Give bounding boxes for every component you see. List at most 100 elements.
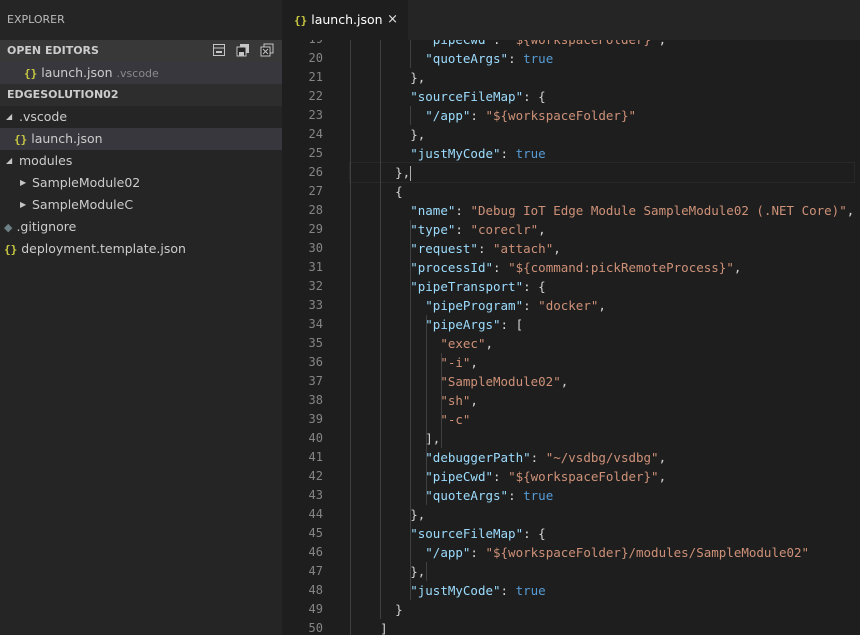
line-number: 31 (308, 260, 323, 274)
tree-item-label: .vscode (19, 109, 68, 124)
line-number: 20 (308, 51, 323, 65)
code-line[interactable]: }, (348, 162, 856, 183)
explorer-title: EXPLORER (7, 13, 65, 26)
code-line[interactable]: { (350, 182, 854, 201)
tree-item-deployment-template-json[interactable]: {} deployment.template.json (0, 238, 282, 260)
json-file-icon: {} (294, 14, 308, 27)
tree-item-label: SampleModule02 (32, 175, 141, 190)
line-number: 48 (308, 583, 323, 597)
tree-item-modules-folder[interactable]: ◢ modules (0, 150, 282, 172)
indent-guide (350, 40, 351, 635)
code-line[interactable]: }, (350, 125, 854, 144)
line-number: 36 (308, 355, 323, 369)
line-number: 32 (308, 279, 323, 293)
editor-tab-bar: {} launch.json × (282, 0, 860, 40)
tree-item-label: modules (19, 153, 73, 168)
tree-item-label: SampleModuleC (32, 197, 134, 212)
code-line[interactable]: "sourceFileMap": { (350, 524, 854, 543)
line-number: 28 (308, 203, 323, 217)
indent-guide (425, 562, 427, 581)
line-number-gutter: 19 20 21 22 23 24 25 26 27 28 29 30 31 32 33 34 35 36 37 38… (282, 40, 323, 635)
tree-item-gitignore[interactable]: ◆ .gitignore (0, 216, 282, 238)
chevron-down-icon: ◢ (6, 112, 13, 121)
tree-item-samplemodule02-folder[interactable]: ▶ SampleModule02 (0, 172, 282, 194)
code-line[interactable]: "name": "Debug IoT Edge Module SampleMod… (350, 201, 854, 220)
open-editors-label: OPEN EDITORS (7, 44, 99, 57)
save-all-icon[interactable] (236, 43, 250, 57)
workspace-header[interactable]: EDGESOLUTION02 (0, 84, 282, 106)
line-number: 19 (282, 40, 323, 49)
line-number: 50 (308, 621, 323, 635)
line-number: 46 (308, 545, 323, 559)
code-line[interactable]: "pipeProgram": "docker", (350, 296, 854, 315)
open-editor-folder-name: .vscode (116, 67, 159, 80)
code-line[interactable]: "type": "coreclr", (350, 220, 854, 239)
line-number: 38 (308, 393, 323, 407)
line-number: 37 (308, 374, 323, 388)
git-file-icon: ◆ (4, 221, 13, 234)
code-line[interactable]: "request": "attach", (350, 239, 854, 258)
indent-guide (425, 315, 427, 505)
line-number: 45 (308, 526, 323, 540)
code-line[interactable]: "/app": "${workspaceFolder}" (350, 106, 854, 125)
line-number: 42 (308, 469, 323, 483)
line-number: 39 (308, 412, 323, 426)
code-line[interactable]: "pipeCwd": "${workspaceFolder}", (350, 40, 854, 49)
line-number: 30 (308, 241, 323, 255)
code-line[interactable]: "/app": "${workspaceFolder}/modules/Samp… (350, 543, 854, 562)
line-number: 27 (308, 184, 323, 198)
chevron-right-icon: ▶ (20, 200, 27, 209)
indent-guide (410, 106, 412, 125)
open-editors-header[interactable]: OPEN EDITORS (0, 40, 282, 62)
chevron-right-icon: ▶ (20, 178, 27, 187)
line-number: 33 (308, 298, 323, 312)
json-file-icon: {} (4, 243, 18, 256)
code-line[interactable]: "justMyCode": true (350, 581, 854, 600)
indent-guide (410, 220, 412, 600)
chevron-down-icon: ◢ (6, 156, 13, 165)
line-number: 49 (308, 602, 323, 616)
line-number: 40 (308, 431, 323, 445)
indent-guide (380, 40, 382, 619)
tree-item-label: .gitignore (16, 219, 77, 234)
code-area[interactable]: "pipeCwd": "${workspaceFolder}", "quoteA… (348, 40, 856, 635)
workspace-label: EDGESOLUTION02 (7, 88, 119, 101)
new-untitled-file-icon[interactable] (212, 43, 226, 57)
code-line[interactable]: "quoteArgs": true (350, 49, 854, 68)
indent-guide (440, 353, 442, 448)
code-line[interactable]: "processId": "${command:pickRemoteProces… (350, 258, 854, 277)
tree-item-vscode-folder[interactable]: ◢ .vscode (0, 106, 282, 128)
code-line[interactable]: } (350, 600, 854, 619)
code-line[interactable]: ] (350, 619, 854, 635)
tree-item-label: launch.json (31, 131, 103, 146)
close-icon[interactable]: × (387, 0, 398, 40)
indent-guide (410, 40, 412, 68)
code-line[interactable]: }, (350, 68, 854, 87)
explorer-sidebar: EXPLORER OPEN EDITORS {} launch.json .vsc… (0, 0, 282, 635)
tab-label: launch.json (311, 12, 383, 27)
tree-item-label: deployment.template.json (21, 241, 186, 256)
line-number: 34 (308, 317, 323, 331)
line-number: 22 (308, 89, 323, 103)
tree-item-launch-json[interactable]: {} launch.json (0, 128, 282, 150)
tab-launch-json[interactable]: {} launch.json × (282, 0, 408, 40)
text-cursor (410, 166, 412, 181)
json-file-icon: {} (14, 133, 28, 146)
code-editor[interactable]: 19 20 21 22 23 24 25 26 27 28 29 30 31 32 33 34 35 36 37 38… (282, 40, 860, 635)
line-number: 44 (308, 507, 323, 521)
line-number: 24 (308, 127, 323, 141)
line-number: 25 (308, 146, 323, 160)
line-number: 23 (308, 108, 323, 122)
close-all-editors-icon[interactable] (260, 43, 274, 57)
line-number: 21 (308, 70, 323, 84)
line-number: 41 (308, 450, 323, 464)
code-line[interactable]: "justMyCode": true (350, 144, 854, 163)
code-line[interactable]: "sourceFileMap": { (350, 87, 854, 106)
line-number: 43 (308, 488, 323, 502)
open-editor-item-launch-json[interactable]: {} launch.json .vscode (0, 62, 282, 84)
code-line[interactable]: "pipeTransport": { (350, 277, 854, 296)
line-number: 29 (308, 222, 323, 236)
open-editor-file-name: launch.json (41, 65, 113, 80)
tree-item-samplemodulec-folder[interactable]: ▶ SampleModuleC (0, 194, 282, 216)
code-line[interactable]: }, (350, 505, 854, 524)
